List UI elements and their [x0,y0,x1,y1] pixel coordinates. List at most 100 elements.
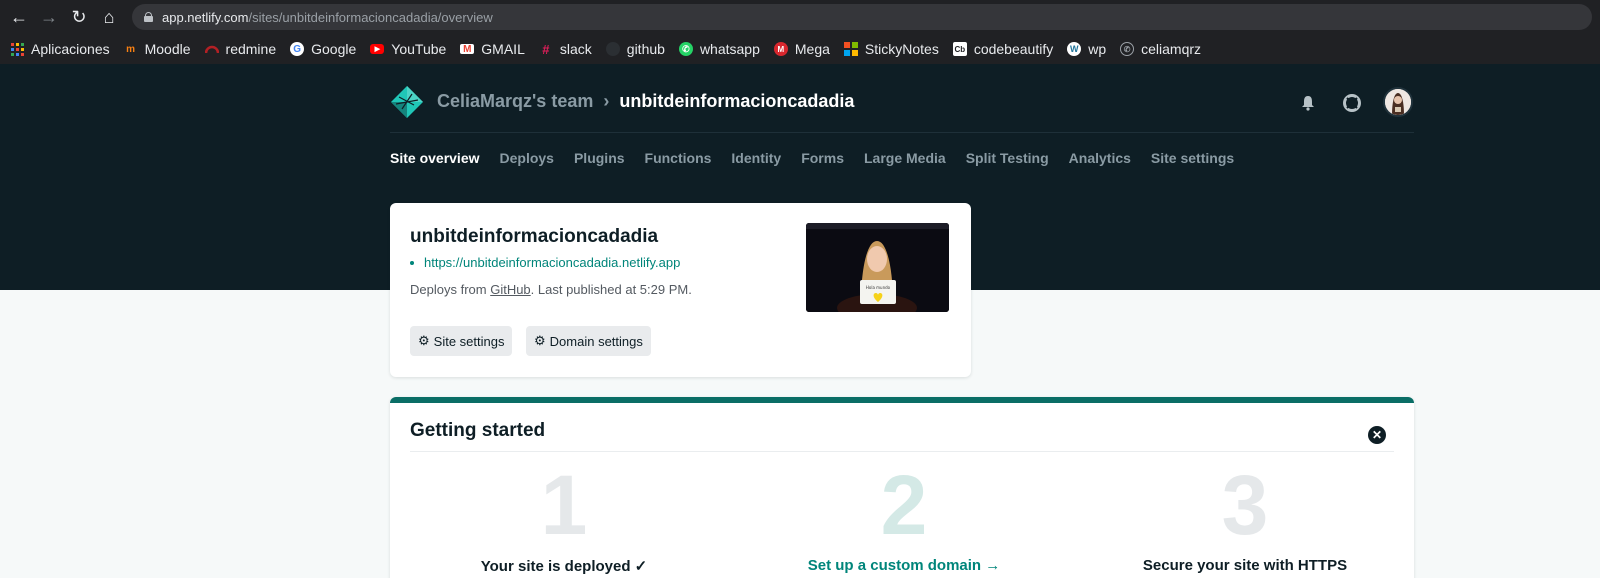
bookmark-codebeautify[interactable]: Cb codebeautify [952,41,1054,57]
breadcrumb-team[interactable]: CeliaMarqz's team [437,91,593,112]
header-divider [390,132,1414,133]
bookmark-github[interactable]: github [605,41,665,57]
deploy-source-link[interactable]: GitHub [490,282,530,297]
bookmark-label: codebeautify [973,41,1054,57]
lock-icon [144,12,153,22]
tab-identity[interactable]: Identity [731,150,781,166]
site-settings-button[interactable]: ⚙ Site settings [410,326,513,356]
bookmark-whatsapp[interactable]: ✆ whatsapp [678,41,760,57]
back-icon[interactable]: ← [4,2,34,32]
site-summary-card: unbitdeinformacioncadadia https://unbitd… [390,203,971,377]
tab-site-settings[interactable]: Site settings [1151,150,1234,166]
notification-bell-icon[interactable] [1299,94,1317,112]
bookmark-label: Moodle [144,41,191,57]
slack-icon: # [542,41,550,57]
getting-started-title: Getting started [410,420,546,441]
bookmark-label: celiamqrz [1141,41,1202,57]
youtube-icon: ▶ [370,44,385,54]
site-preview-thumbnail[interactable]: Hola mundo [806,223,949,312]
apps-grid-icon [10,42,24,56]
tab-functions[interactable]: Functions [645,150,712,166]
bookmark-label: GMAIL [481,41,525,57]
bookmark-label: whatsapp [699,41,760,57]
reload-icon[interactable]: ↻ [64,2,94,32]
site-nav-tabs: Site overview Deploys Plugins Functions … [390,150,1254,166]
step-label[interactable]: Set up a custom domain → [754,557,1054,574]
bookmark-label: github [626,41,665,57]
whatsapp-outline-icon: ✆ [1120,42,1135,56]
bookmark-slack[interactable]: # slack [539,41,592,57]
whatsapp-icon: ✆ [678,42,693,56]
github-icon [605,42,620,56]
deploy-prefix: Deploys from [410,282,491,297]
bookmark-youtube[interactable]: ▶ YouTube [370,41,446,57]
tab-large-media[interactable]: Large Media [864,150,946,166]
tab-deploys[interactable]: Deploys [500,150,554,166]
tab-site-overview[interactable]: Site overview [390,150,480,166]
bookmark-label: Aplicaciones [31,41,110,57]
domain-settings-button[interactable]: ⚙ Domain settings [526,326,651,356]
step-deployed: 1 Your site is deployed ✓ [414,463,714,575]
bookmark-label: wp [1088,41,1107,57]
codebeautify-icon: Cb [952,42,967,56]
tab-split-testing[interactable]: Split Testing [966,150,1049,166]
breadcrumb-site[interactable]: unbitdeinformacioncadadia [619,91,854,112]
wordpress-icon: W [1067,42,1082,56]
deploy-suffix: . Last published at 5:29 PM. [530,282,692,297]
bookmark-gmail[interactable]: M GMAIL [460,41,525,57]
bookmark-label: redmine [225,41,277,57]
browser-chrome: ← → ↻ ⌂ app.netlify.com/sites/unbitdeinf… [0,0,1600,64]
step-number: 1 [540,458,588,552]
site-name: unbitdeinformacioncadadia [410,226,659,247]
breadcrumb: CeliaMarqz's team › unbitdeinformacionca… [437,91,854,112]
url-path: /sites/unbitdeinformacioncadadia/overvie… [248,9,493,25]
tab-plugins[interactable]: Plugins [574,150,625,166]
site-url-text: https://unbitdeinformacioncadadia.netlif… [424,255,681,270]
step-number: 3 [1221,458,1269,552]
tab-forms[interactable]: Forms [801,150,844,166]
bookmark-redmine[interactable]: redmine [204,41,277,57]
stickynotes-icon [843,42,858,56]
google-icon: G [290,42,305,56]
bookmark-label: Google [311,41,357,57]
bookmark-label: slack [559,41,592,57]
address-bar[interactable]: app.netlify.com/sites/unbitdeinformacion… [132,4,1592,30]
close-icon[interactable]: ✕ [1368,426,1386,444]
redmine-icon [204,42,219,56]
home-icon[interactable]: ⌂ [94,2,124,32]
bookmark-moodle[interactable]: m Moodle [124,41,191,57]
getting-started-panel: Getting started ✕ 1 Your site is deploye… [390,397,1414,578]
tab-analytics[interactable]: Analytics [1069,150,1131,166]
url-host: app.netlify.com [162,9,249,25]
thumbnail-sign-text: Hola mundo [866,285,891,290]
bookmark-stickynotes[interactable]: StickyNotes [843,41,939,57]
bookmark-aplicaciones[interactable]: Aplicaciones [10,41,110,57]
netlify-logo-icon[interactable] [390,85,424,119]
bookmark-wp[interactable]: Wwp [1067,41,1106,57]
deploy-info: Deploys from GitHub. Last published at 5… [410,282,692,297]
gear-icon: ⚙ [534,333,546,348]
breadcrumb-separator: › [603,91,610,111]
gear-icon: ⚙ [418,333,430,348]
forward-icon[interactable]: → [34,2,64,32]
mega-icon: M [773,42,788,56]
bookmark-label: YouTube [391,41,447,57]
browser-nav-row: ← → ↻ ⌂ app.netlify.com/sites/unbitdeinf… [0,0,1600,34]
step-label: Secure your site with HTTPS [1142,557,1348,574]
step-https: 3 Secure your site with HTTPS [1095,463,1395,574]
help-lifebuoy-icon[interactable] [1343,94,1361,112]
user-avatar[interactable] [1383,87,1413,117]
step-custom-domain[interactable]: 2 Set up a custom domain → [754,463,1054,574]
bookmark-google[interactable]: G Google [290,41,356,57]
domain-settings-label: Domain settings [549,333,643,349]
bookmark-mega[interactable]: M Mega [773,41,830,57]
bookmark-celiamqrz[interactable]: ✆ celiamqrz [1120,41,1201,57]
panel-divider [410,451,1394,452]
bookmark-label: Mega [794,41,830,57]
moodle-icon: m [126,43,136,55]
bookmark-label: StickyNotes [864,41,939,57]
gmail-icon: M [460,44,475,55]
step-number: 2 [880,458,928,552]
site-url-link[interactable]: https://unbitdeinformacioncadadia.netlif… [410,255,680,270]
bullet-icon [410,260,414,265]
